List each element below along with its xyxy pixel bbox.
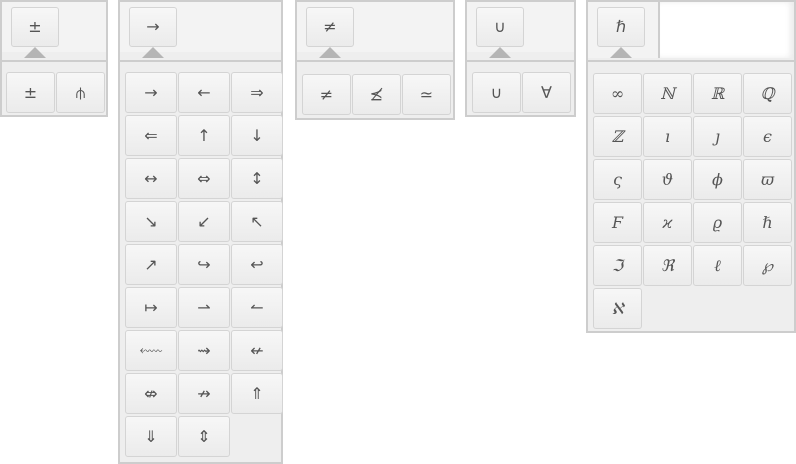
symbol-button[interactable]: ϱ: [693, 202, 742, 243]
symbol-button[interactable]: ⪯̸: [352, 74, 401, 115]
symbol-button[interactable]: ⇒: [231, 72, 283, 113]
symbol-button[interactable]: ↖: [231, 201, 283, 242]
symbol-button[interactable]: ⬳: [125, 330, 177, 371]
symbol-button[interactable]: ±: [6, 72, 55, 113]
popup-caret: [142, 47, 164, 58]
symbol-button[interactable]: ↓: [231, 115, 283, 156]
symbol-button[interactable]: ⇓: [125, 416, 177, 457]
symbol-button[interactable]: ∀: [522, 72, 571, 113]
symbol-button[interactable]: ȷ: [693, 116, 742, 157]
symbol-group-plusminus: ± ± ⫛: [0, 0, 108, 117]
symbol-button[interactable]: ⫛: [56, 72, 105, 113]
divider: [297, 60, 453, 62]
symbol-button[interactable]: ↦: [125, 287, 177, 328]
group-trigger-letters[interactable]: ℏ: [597, 7, 645, 47]
symbol-button[interactable]: ⇕: [178, 416, 230, 457]
symbol-button[interactable]: ℏ: [743, 202, 792, 243]
popup-caret: [24, 47, 46, 58]
symbol-button[interactable]: ϑ: [643, 159, 692, 200]
symbol-button[interactable]: ↩: [231, 244, 283, 285]
symbol-button[interactable]: ℝ: [693, 73, 742, 114]
symbol-button[interactable]: ϕ: [693, 159, 742, 200]
symbol-group-relations: ≠ ≠ ⪯̸ ≃: [295, 0, 455, 120]
symbol-button[interactable]: ↘: [125, 201, 177, 242]
symbol-button[interactable]: ≃: [402, 74, 451, 115]
popup-caret: [489, 47, 511, 58]
group-trigger-arrows[interactable]: →: [129, 7, 177, 47]
symbol-button[interactable]: ↙: [178, 201, 230, 242]
popup-caret: [610, 47, 632, 58]
divider: [588, 60, 794, 62]
symbol-group-arrows: → → ← ⇒ ⇐ ↑ ↓ ↔ ⇔ ↕ ↘ ↙ ↖ ↗ ↪ ↩ ↦ ⇀ ↼ ⬳ ⇝ ↚ ⇎ ↛ ⇑ ⇓ ⇕: [118, 0, 283, 464]
symbol-button[interactable]: ∞: [593, 73, 642, 114]
divider: [2, 60, 106, 62]
symbol-group-sets: ∪ ∪ ∀: [465, 0, 576, 117]
symbol-button[interactable]: ı: [643, 116, 692, 157]
symbol-button[interactable]: ⇔: [178, 158, 230, 199]
symbol-button[interactable]: ℕ: [643, 73, 692, 114]
symbol-group-letters: ℏ ∞ ℕ ℝ ℚ ℤı ȷ ϵ ς ϑ ϕ ϖ Ϝϰ ϱ ℏ ℑ ℜℓ ℘ ℵ: [586, 0, 796, 333]
symbol-button[interactable]: →: [125, 72, 177, 113]
symbol-button[interactable]: ↔: [125, 158, 177, 199]
group-trigger-plusminus[interactable]: ±: [11, 7, 59, 47]
symbol-button[interactable]: ℚ: [743, 73, 792, 114]
symbol-button[interactable]: ℓ: [693, 245, 742, 286]
symbol-button[interactable]: ς: [593, 159, 642, 200]
symbol-button[interactable]: ⇑: [231, 373, 283, 414]
symbol-button[interactable]: ≠: [302, 74, 351, 115]
popup-caret: [319, 47, 341, 58]
symbol-button[interactable]: ↼: [231, 287, 283, 328]
symbol-button[interactable]: ↗: [125, 244, 177, 285]
symbol-button[interactable]: ϰ: [643, 202, 692, 243]
symbol-button[interactable]: ϵ: [743, 116, 792, 157]
symbol-button[interactable]: ℘: [743, 245, 792, 286]
symbol-button[interactable]: ℑ: [593, 245, 642, 286]
group-trigger-sets[interactable]: ∪: [476, 7, 524, 47]
symbol-button[interactable]: ⇀: [178, 287, 230, 328]
header-blank-area: [658, 2, 794, 58]
symbol-button[interactable]: ↚: [231, 330, 283, 371]
divider: [467, 60, 574, 62]
symbol-button[interactable]: ↪: [178, 244, 230, 285]
symbol-button[interactable]: ↕: [231, 158, 283, 199]
symbol-button[interactable]: ℵ: [593, 288, 642, 329]
symbol-button[interactable]: Ϝ: [593, 202, 642, 243]
symbol-button[interactable]: ℜ: [643, 245, 692, 286]
symbol-button[interactable]: ↑: [178, 115, 230, 156]
symbol-button[interactable]: ↛: [178, 373, 230, 414]
symbol-button[interactable]: ϖ: [743, 159, 792, 200]
symbol-button[interactable]: ∪: [472, 72, 521, 113]
symbol-button[interactable]: ←: [178, 72, 230, 113]
symbol-button[interactable]: ⇐: [125, 115, 177, 156]
symbol-button[interactable]: ℤ: [593, 116, 642, 157]
symbol-button[interactable]: ⇝: [178, 330, 230, 371]
divider: [120, 60, 281, 62]
group-trigger-relations[interactable]: ≠: [306, 7, 354, 47]
symbol-button[interactable]: ⇎: [125, 373, 177, 414]
